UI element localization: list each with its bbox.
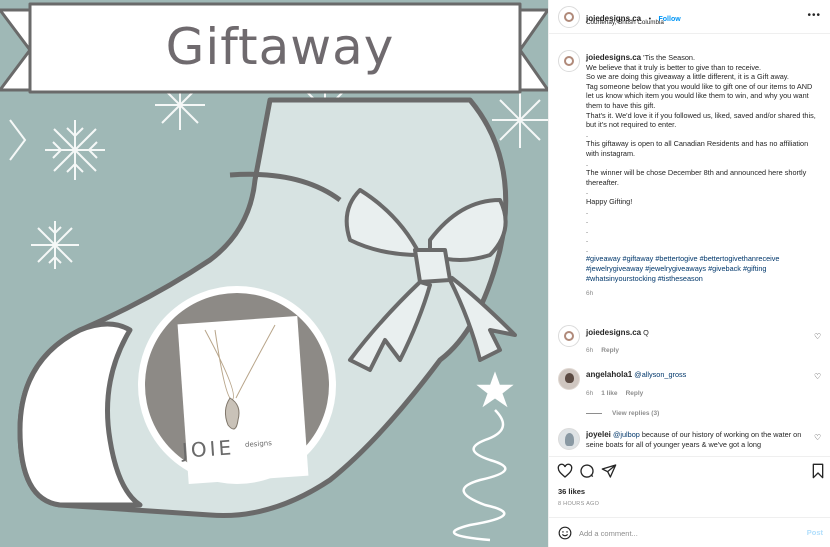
giftaway-illustration bbox=[0, 2, 548, 542]
comment-like-icon[interactable]: ♡ bbox=[814, 434, 822, 442]
reply-button[interactable]: Reply bbox=[601, 347, 619, 354]
caption-block: joiedesigns.ca 'Tis the Season. We belie… bbox=[586, 53, 822, 299]
comment-like-icon[interactable]: ♡ bbox=[814, 333, 822, 341]
comment-input[interactable] bbox=[579, 526, 779, 540]
like-heart-icon[interactable] bbox=[557, 463, 573, 479]
comment-avatar[interactable] bbox=[558, 428, 580, 450]
share-send-icon[interactable] bbox=[601, 463, 617, 479]
comment-likes-count[interactable]: 1 like bbox=[601, 390, 617, 397]
comment-avatar[interactable] bbox=[558, 368, 580, 390]
view-replies-line bbox=[586, 412, 602, 414]
post-image[interactable]: Giftaway JOIE designs bbox=[0, 0, 548, 547]
product-card-circle bbox=[138, 286, 336, 484]
caption-time: 6h bbox=[586, 290, 594, 298]
comment-like-icon[interactable]: ♡ bbox=[814, 373, 822, 381]
comment-time: 6h bbox=[586, 389, 594, 397]
post-comment-button[interactable]: Post bbox=[807, 528, 823, 537]
header-location[interactable]: Courtenay, British Columbia bbox=[586, 19, 664, 26]
caption-username[interactable]: joiedesigns.ca bbox=[586, 53, 641, 62]
comment-item: angelahola1 @allyson_gross 6h 1 like Rep… bbox=[586, 370, 816, 419]
add-comment-bar: Post bbox=[549, 517, 830, 547]
caption-hashtags[interactable]: #giveaway #giftaway #bettertogive #bette… bbox=[586, 254, 822, 283]
comment-bubble-icon[interactable] bbox=[579, 463, 595, 479]
caption-avatar[interactable] bbox=[558, 50, 580, 72]
comment-username[interactable]: joiedesigns.ca bbox=[586, 328, 641, 337]
comment-mention[interactable]: @allyson_gross bbox=[634, 370, 686, 379]
comment-username[interactable]: joyelei bbox=[586, 430, 611, 439]
likes-count[interactable]: 36 likes bbox=[558, 487, 585, 496]
comment-username[interactable]: angelahola1 bbox=[586, 370, 632, 379]
card-brand: JOIE bbox=[181, 435, 235, 463]
banner-title: Giftaway bbox=[165, 18, 395, 76]
header-avatar[interactable] bbox=[558, 6, 580, 28]
comment-text: Q bbox=[643, 328, 649, 337]
more-options-icon[interactable]: ••• bbox=[807, 10, 821, 21]
comment-item: joyelei @julbop because of our history o… bbox=[586, 430, 816, 455]
view-replies-button[interactable]: View replies (3) bbox=[612, 410, 659, 417]
post-header: joiedesigns.ca • Follow Courtenay, Briti… bbox=[549, 0, 830, 34]
comment-mention[interactable]: @julbop bbox=[613, 430, 640, 439]
save-bookmark-icon[interactable] bbox=[810, 463, 826, 479]
comment-time: 6h bbox=[586, 346, 594, 354]
reply-button[interactable]: Reply bbox=[626, 390, 644, 397]
emoji-icon[interactable] bbox=[558, 526, 572, 540]
tree-swirl bbox=[452, 371, 514, 542]
comment-item: joiedesigns.ca Q 6h Reply bbox=[586, 328, 816, 355]
caption-text: 'Tis the Season. We believe that it trul… bbox=[586, 53, 816, 254]
post-side-panel: joiedesigns.ca • Follow Courtenay, Briti… bbox=[548, 0, 830, 547]
action-bar bbox=[549, 456, 830, 482]
comment-avatar[interactable] bbox=[558, 325, 580, 347]
post-timestamp[interactable]: 8 HOURS AGO bbox=[558, 501, 599, 507]
